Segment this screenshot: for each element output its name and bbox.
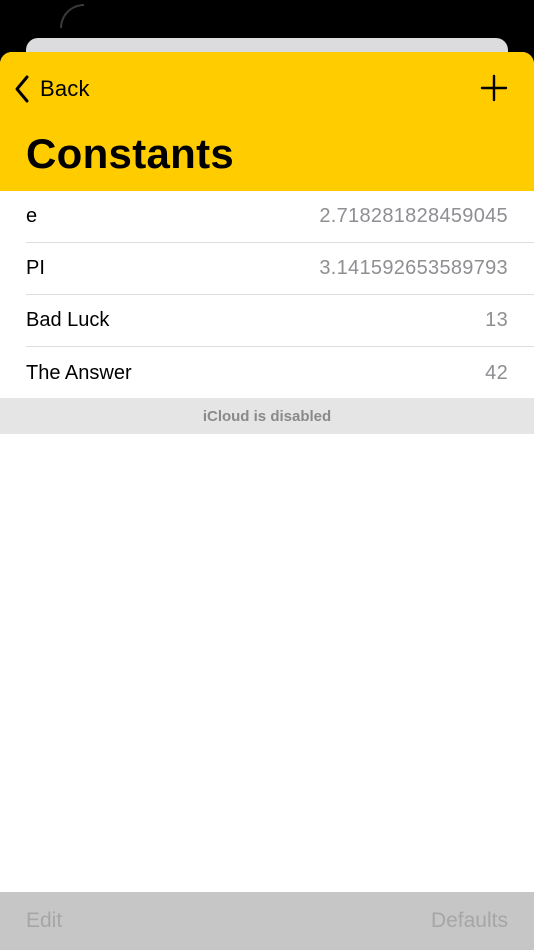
status-bar-curve <box>60 4 84 28</box>
icloud-status-bar: iCloud is disabled <box>0 398 534 434</box>
plus-icon <box>480 74 508 102</box>
chevron-left-icon <box>14 74 30 104</box>
constant-name: PI <box>26 257 45 279</box>
icloud-status-text: iCloud is disabled <box>202 407 332 425</box>
constants-sheet: Back Constants e 2.718281828459045 PI 3.… <box>0 52 534 950</box>
add-constant-button[interactable] <box>480 74 508 102</box>
bottom-toolbar: Edit Defaults <box>0 892 534 950</box>
table-row[interactable]: The Answer 42 <box>26 347 534 399</box>
constant-value: 3.141592653589793 <box>319 257 508 279</box>
navigation-bar: Back Constants <box>0 52 534 191</box>
page-title: Constants <box>26 130 235 177</box>
back-button[interactable]: Back <box>14 72 90 106</box>
constant-value: 13 <box>485 309 508 331</box>
edit-button[interactable]: Edit <box>26 909 62 933</box>
constant-value: 2.718281828459045 <box>319 205 508 227</box>
table-row[interactable]: Bad Luck 13 <box>26 295 534 347</box>
table-row[interactable]: e 2.718281828459045 <box>26 191 534 243</box>
constant-name: e <box>26 205 38 227</box>
constants-list: e 2.718281828459045 PI 3.141592653589793… <box>0 191 534 399</box>
app-screen: Back Constants e 2.718281828459045 PI 3.… <box>0 0 534 950</box>
defaults-button[interactable]: Defaults <box>431 909 508 933</box>
constant-value: 42 <box>485 361 508 384</box>
constant-name: Bad Luck <box>26 309 110 331</box>
back-label: Back <box>40 76 90 101</box>
table-row[interactable]: PI 3.141592653589793 <box>26 243 534 295</box>
constant-name: The Answer <box>26 361 132 384</box>
